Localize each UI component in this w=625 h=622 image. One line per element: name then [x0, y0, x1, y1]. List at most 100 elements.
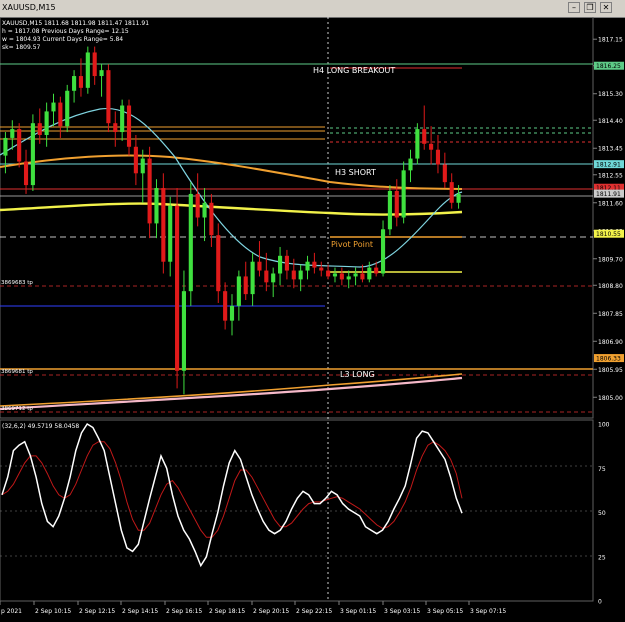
- ma-yellow: [0, 202, 463, 216]
- candle-body: [257, 261, 262, 271]
- stoch-tick-label: 100: [598, 422, 610, 429]
- price-tick-label: 1812.55: [598, 172, 623, 179]
- ma-pink: [0, 376, 463, 411]
- candle-body: [37, 123, 42, 135]
- tp1-label: 3869683 tp: [1, 280, 33, 286]
- l3-long-label: L3 LONG: [340, 370, 375, 379]
- candle-body: [58, 102, 63, 127]
- candle-body: [339, 273, 344, 280]
- time-tick-label: 2 Sep 14:15: [122, 608, 158, 615]
- candle-body: [223, 291, 228, 321]
- price-tick-label: 1806.90: [598, 339, 623, 346]
- h3-short-label: H3 SHORT: [335, 168, 376, 177]
- info-line-3: w = 1804.93 Current Days Range= 5.84: [2, 36, 123, 43]
- stoch-tick-label: 0: [598, 599, 602, 606]
- candle-body: [23, 161, 29, 186]
- candle-body: [319, 267, 324, 271]
- candle-body: [291, 270, 296, 280]
- stoch-label: (32,6,2) 49.5719 58.0458: [2, 423, 79, 430]
- price-tick-label: 1817.15: [598, 37, 623, 44]
- candle-body: [147, 158, 152, 224]
- candle-body: [243, 276, 248, 295]
- price-tick-label: 1813.45: [598, 146, 623, 153]
- stoch-tick-label: 75: [598, 466, 606, 473]
- stoch-frame: [0, 419, 594, 602]
- candle-body: [30, 123, 35, 186]
- time-tick-label: 2 Sep 20:15: [253, 608, 289, 615]
- candle-body: [120, 105, 125, 133]
- candle-body: [415, 129, 420, 159]
- time-axis: p 2021 2 Sep 10:15 2 Sep 12:15 2 Sep 14:15 2…: [0, 601, 506, 615]
- candle-body: [133, 146, 138, 174]
- candle-body: [401, 170, 406, 218]
- candle-body: [168, 205, 173, 262]
- candle-body: [202, 202, 207, 218]
- window-titlebar[interactable]: XAUUSD,M15 – ❐ ✕: [0, 0, 625, 18]
- candle-body: [181, 291, 186, 371]
- candle-body: [367, 267, 372, 280]
- candle-body: [353, 273, 358, 277]
- time-tick-label: p 2021: [1, 608, 22, 615]
- price-tick-label: 1808.80: [598, 283, 623, 290]
- price-tick-label: 1814.40: [598, 118, 623, 125]
- candle-body: [360, 273, 365, 280]
- candle-body: [435, 149, 441, 165]
- time-tick-label: 2 Sep 10:15: [35, 608, 71, 615]
- price-tick-label: 1805.00: [598, 395, 623, 402]
- candle-body: [72, 76, 77, 91]
- stoch-tick-label: 25: [598, 554, 606, 561]
- candles-group: [3, 46, 461, 395]
- candle-body: [408, 158, 413, 171]
- candle-body: [188, 193, 193, 292]
- candle-body: [380, 229, 386, 274]
- candle-body: [456, 193, 461, 203]
- price-tick-label: 1809.70: [598, 256, 623, 263]
- price-tick-label: 1811.60: [598, 200, 623, 207]
- candle-body: [154, 188, 159, 224]
- time-tick-label: 2 Sep 18:15: [209, 608, 245, 615]
- candle-body: [216, 235, 221, 292]
- candle-body: [44, 111, 49, 135]
- minimize-button[interactable]: –: [568, 2, 580, 13]
- candle-body: [326, 270, 331, 277]
- time-tick-label: 3 Sep 01:15: [340, 608, 376, 615]
- candle-body: [209, 202, 214, 236]
- candle-body: [85, 52, 90, 88]
- candle-body: [422, 129, 427, 144]
- time-tick-label: 2 Sep 16:15: [166, 608, 202, 615]
- candle-body: [449, 182, 454, 203]
- price-tick-label: 1815.30: [598, 91, 623, 98]
- stoch-main-line: [1, 422, 463, 568]
- ma-orange: [0, 154, 463, 190]
- candle-body: [374, 267, 379, 274]
- close-button[interactable]: ✕: [600, 2, 612, 13]
- candle-body: [175, 205, 180, 371]
- candle-body: [236, 276, 241, 306]
- price-tick-label: 1807.85: [598, 311, 623, 318]
- candle-body: [113, 123, 118, 133]
- candle-body: [346, 276, 351, 280]
- stoch-tick-label: 50: [598, 510, 606, 517]
- restore-button[interactable]: ❐: [584, 2, 596, 13]
- price-badge-label: 1812.91: [596, 162, 621, 169]
- chart-area[interactable]: H4 LONG BREAKOUT H3 SHORT Pivot Point L3…: [0, 17, 625, 622]
- candle-body: [92, 52, 97, 77]
- candle-body: [3, 137, 8, 156]
- candle-body: [394, 190, 399, 218]
- candle-body: [271, 273, 276, 283]
- candle-body: [106, 70, 111, 124]
- candle-body: [78, 76, 84, 88]
- price-axis: 1817.15 1816.25 1815.30 1814.40 1813.45 1812.…: [593, 37, 624, 402]
- time-tick-label: 3 Sep 03:15: [384, 608, 420, 615]
- candle-body: [140, 158, 145, 174]
- time-tick-label: 2 Sep 22:15: [296, 608, 332, 615]
- candle-body: [161, 188, 166, 262]
- price-badge-label: 1811.91: [596, 191, 621, 198]
- candle-body: [442, 164, 447, 183]
- candle-body: [195, 193, 200, 218]
- candle-body: [65, 90, 70, 127]
- candle-body: [387, 190, 392, 230]
- info-line-2: h = 1817.08 Previous Days Range= 12.15: [2, 28, 129, 35]
- candle-body: [278, 255, 283, 274]
- price-tick-label: 1805.95: [598, 367, 623, 374]
